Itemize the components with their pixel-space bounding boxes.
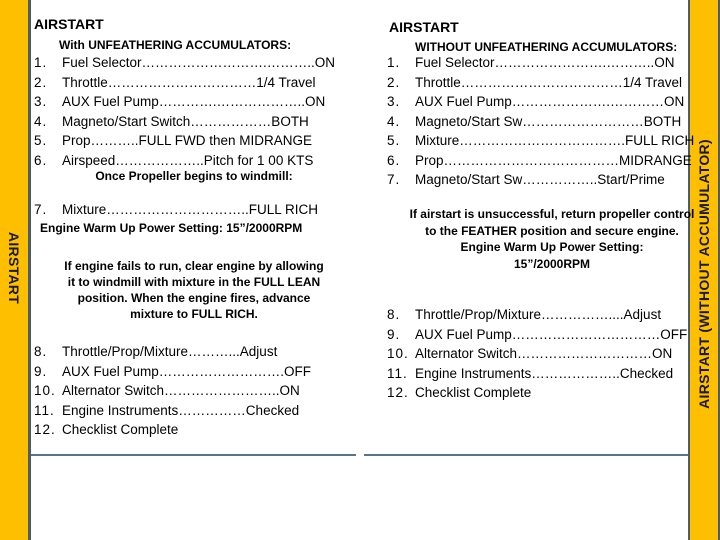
step-text: Magneto/Start Sw………………………BOTH bbox=[415, 113, 682, 129]
step-text: Throttle……………………………1/4 Travel bbox=[62, 74, 316, 90]
unsuccessful-airstart-note: If airstart is unsuccessful, return prop… bbox=[407, 206, 697, 272]
right-steps-part1: 1. Fuel Selector…………………….………..ON 2. Thrott… bbox=[387, 53, 694, 190]
step-number: 11. bbox=[387, 365, 408, 381]
step-number: 1. bbox=[387, 55, 401, 70]
step-number: 10. bbox=[34, 383, 56, 398]
checklist-item: 1. Fuel Selector……………………….………..ON bbox=[34, 53, 335, 73]
checklist-item: 12. Checklist Complete bbox=[34, 420, 311, 440]
step-text: Mixture……………………………….FULL RICH bbox=[415, 133, 695, 148]
windmill-note: Once Propeller begins to windmill: bbox=[95, 169, 293, 183]
checklist-item: 9. AUX Fuel Pump……………………….OFF bbox=[34, 362, 311, 382]
left-panel-title: AIRSTART bbox=[34, 16, 104, 32]
step-text: Prop………..FULL FWD then MIDRANGE bbox=[62, 133, 313, 148]
left-steps-part1: 1. Fuel Selector……………………….………..ON 2. Throt… bbox=[34, 53, 335, 170]
step-text: AUX Fuel Pump……………………………OFF bbox=[415, 326, 688, 342]
step-text: Checklist Complete bbox=[62, 422, 179, 437]
step-number: 6. bbox=[387, 152, 401, 168]
left-steps-part2: 8. Throttle/Prop/Mixture………...Adjust 9. AU… bbox=[34, 342, 311, 440]
step-text: Throttle/Prop/Mixture………...Adjust bbox=[62, 344, 278, 359]
step-text: Engine Instruments………………..Checked bbox=[415, 365, 674, 381]
left-panel-subtitle: With UNFEATHERING ACCUMULATORS: bbox=[59, 38, 292, 52]
step-text: AUX Fuel Pump………….………………..ON bbox=[62, 94, 326, 109]
left-divider-rule bbox=[31, 454, 356, 456]
step-text: Alternator Switch……………………..ON bbox=[62, 383, 300, 398]
checklist-item: 5. Mixture……………………………….FULL RICH bbox=[387, 131, 694, 151]
step-text: Magneto/Start Switch………………BOTH bbox=[62, 113, 309, 129]
checklist-item: 10. Alternator Switch……………………..ON bbox=[34, 381, 311, 401]
step-number: 8. bbox=[387, 307, 401, 322]
step-text: Checklist Complete bbox=[415, 385, 532, 400]
step-number: 8. bbox=[34, 344, 48, 359]
step-text: Throttle/Prop/Mixture……………....Adjust bbox=[415, 307, 662, 322]
right-panel-title: AIRSTART bbox=[389, 19, 459, 35]
step-number: 10. bbox=[387, 346, 409, 361]
checklist-item: 8. Throttle/Prop/Mixture……………....Adjust bbox=[387, 305, 687, 325]
step-text: Magneto/Start Sw……………..Start/Prime bbox=[415, 172, 665, 187]
step-number: 2. bbox=[34, 74, 48, 90]
step-number: 4. bbox=[387, 113, 401, 129]
checklist-item: 8. Throttle/Prop/Mixture………...Adjust bbox=[34, 342, 311, 362]
step-number: 4. bbox=[34, 113, 48, 129]
step-text: Alternator Switch…………………………ON bbox=[415, 346, 673, 361]
right-panel-subtitle: WITHOUT UNFEATHERING ACCUMULATORS: bbox=[415, 40, 678, 54]
checklist-item: 1. Fuel Selector…………………….………..ON bbox=[387, 53, 694, 73]
step-number: 1. bbox=[34, 55, 48, 70]
step-number: 5. bbox=[387, 133, 401, 148]
checklist-item: 2. Throttle………………………………1/4 Travel bbox=[387, 73, 694, 93]
step-text: AUX Fuel Pump………………….…………ON bbox=[415, 94, 685, 109]
checklist-item: 4. Magneto/Start Switch………………BOTH bbox=[34, 112, 335, 132]
checklist-item: 5. Prop………..FULL FWD then MIDRANGE bbox=[34, 131, 335, 151]
step-text: Throttle………………………………1/4 Travel bbox=[415, 74, 683, 90]
checklist-item: 12. Checklist Complete bbox=[387, 383, 687, 403]
warmup-note-line2: 15”/2000RPM bbox=[513, 256, 591, 271]
right-divider-rule bbox=[364, 454, 688, 456]
checklist-item: 7. Mixture…………………………..FULL RICH bbox=[34, 200, 318, 220]
left-side-tab: AIRSTART bbox=[0, 0, 31, 540]
step-number: 3. bbox=[34, 94, 48, 109]
unsuccessful-note-text: If airstart is unsuccessful, return prop… bbox=[409, 207, 695, 238]
step-number: 11. bbox=[34, 402, 55, 418]
step-number: 12. bbox=[34, 422, 56, 437]
step-number: 5. bbox=[34, 133, 48, 148]
step-text: Mixture…………………………..FULL RICH bbox=[62, 202, 319, 217]
step-text: Fuel Selector……………………….………..ON bbox=[62, 55, 336, 70]
checklist-item: 4. Magneto/Start Sw………………………BOTH bbox=[387, 112, 694, 132]
step-number: 3. bbox=[387, 94, 401, 109]
checklist-item: 6. Prop…………………………………MIDRANGE bbox=[387, 151, 694, 171]
checklist-item: 3. AUX Fuel Pump………………….…………ON bbox=[387, 92, 694, 112]
warmup-note: Engine Warm Up Power Setting: 15”/2000RP… bbox=[40, 221, 303, 235]
step-text: AUX Fuel Pump……………………….OFF bbox=[62, 363, 312, 379]
checklist-item: 7. Magneto/Start Sw……………..Start/Prime bbox=[387, 170, 694, 190]
step-number: 12. bbox=[387, 385, 409, 400]
step-number: 2. bbox=[387, 74, 401, 90]
step-text: Fuel Selector…………………….………..ON bbox=[415, 55, 675, 70]
step-number: 9. bbox=[34, 363, 48, 379]
left-step7: 7. Mixture…………………………..FULL RICH bbox=[34, 200, 318, 220]
right-steps-part2: 8. Throttle/Prop/Mixture……………....Adjust 9… bbox=[387, 305, 687, 403]
checklist-item: 11. Engine Instruments……………Checked bbox=[34, 401, 311, 421]
warmup-note-line1: Engine Warm Up Power Setting: bbox=[460, 240, 644, 254]
checklist-item: 10. Alternator Switch…………………………ON bbox=[387, 344, 687, 364]
right-tab-label: AIRSTART (WITHOUT ACCUMULATOR) bbox=[696, 139, 712, 409]
checklist-item: 11. Engine Instruments………………..Checked bbox=[387, 364, 687, 384]
checklist-item: 9. AUX Fuel Pump……………………………OFF bbox=[387, 325, 687, 345]
checklist-item: 2. Throttle……………………………1/4 Travel bbox=[34, 73, 335, 93]
step-number: 7. bbox=[387, 172, 401, 187]
fail-note: If engine fails to run, clear engine by … bbox=[64, 259, 324, 321]
step-number: 7. bbox=[34, 202, 48, 217]
step-text: Engine Instruments……………Checked bbox=[62, 402, 300, 418]
left-tab-label: AIRSTART bbox=[6, 231, 22, 305]
step-text: Prop…………………………………MIDRANGE bbox=[415, 152, 692, 168]
checklist-item: 3. AUX Fuel Pump………….………………..ON bbox=[34, 92, 335, 112]
step-number: 9. bbox=[387, 326, 401, 342]
